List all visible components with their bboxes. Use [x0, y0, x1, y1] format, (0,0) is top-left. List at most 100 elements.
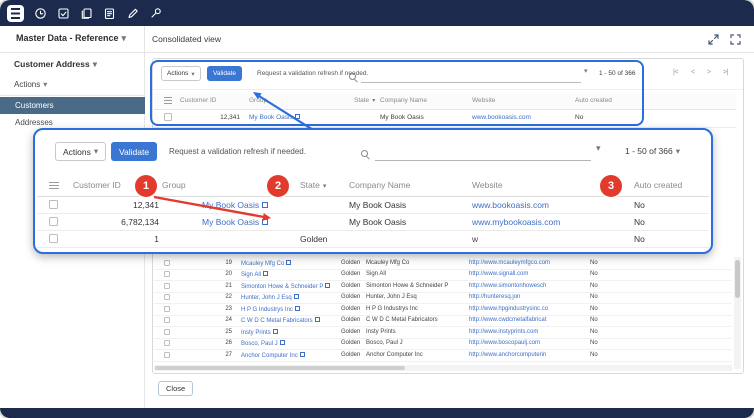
search-input[interactable] [375, 141, 591, 161]
cell-website-link[interactable]: www.bookoasis.com [472, 200, 549, 210]
column-settings-icon[interactable] [164, 97, 172, 104]
search-dropdown-icon[interactable] [584, 67, 588, 75]
cell-website-link[interactable]: http://www.instyprints.com [469, 329, 538, 335]
external-link-icon[interactable] [325, 283, 330, 288]
row-checkbox[interactable] [164, 340, 170, 346]
column-header-customer-id[interactable]: Customer ID [180, 97, 216, 104]
cell-website-link[interactable]: http://www.boscopaulj.com [469, 340, 540, 346]
cell-website-link[interactable]: www.bookoasis.com [472, 114, 531, 121]
copy-icon[interactable] [80, 7, 93, 20]
row-checkbox[interactable] [164, 352, 170, 358]
row-checkbox[interactable] [164, 329, 170, 335]
menu-icon[interactable] [7, 5, 24, 22]
notes-icon[interactable] [103, 7, 116, 20]
cell-group-link[interactable]: Simonton Howe & Schneider P [241, 283, 330, 290]
expand-icon[interactable] [707, 33, 720, 46]
pager-last-button[interactable]: >| [723, 69, 728, 76]
validate-button[interactable]: Validate [111, 142, 157, 161]
column-header-group[interactable]: Group [249, 97, 267, 104]
column-header-customer-id[interactable]: Customer ID [73, 180, 121, 190]
cell-group-link[interactable]: C W D C Metal Fabricators [241, 317, 320, 324]
page-title[interactable]: Master Data - Reference [16, 33, 126, 44]
cell-website-link[interactable]: www.mybookoasis.com [472, 217, 560, 227]
table-row[interactable]: 12,341 My Book Oasis My Book Oasis www.b… [37, 196, 709, 214]
column-header-website[interactable]: Website [472, 180, 503, 190]
cell-website-link[interactable]: http://hunteresq.jon [469, 294, 520, 300]
column-header-state[interactable]: State [354, 97, 375, 104]
horizontal-scrollbar-thumb[interactable] [155, 366, 405, 370]
cell-group-link[interactable]: Sign All [241, 271, 268, 278]
external-link-icon[interactable] [286, 260, 291, 265]
cell-group-link[interactable]: Insty Prints [241, 329, 278, 336]
clock-icon[interactable] [34, 7, 47, 20]
cell-website-link[interactable]: http://www.signall.com [469, 271, 528, 277]
row-checkbox[interactable] [49, 234, 58, 243]
tasks-icon[interactable] [57, 7, 70, 20]
cell-group-link[interactable]: H P G Industrys Inc [241, 306, 300, 313]
tab-consolidated-view[interactable]: Consolidated view [152, 34, 221, 44]
search-dropdown-icon[interactable] [596, 143, 601, 154]
cell-group-link[interactable]: Hunter, John J Esq [241, 294, 299, 301]
cell-auto-created: No [590, 283, 598, 289]
cell-website-link[interactable]: http://www.mcauleymfgco.com [469, 260, 550, 266]
cell-website-link[interactable]: http://www.hpgindustrysinc.co [469, 306, 548, 312]
column-header-company-name[interactable]: Company Name [380, 97, 427, 104]
sidebar-actions-button[interactable]: Actions [14, 80, 47, 89]
cell-website-link[interactable]: http://www.cwdcmetalfabricat [469, 317, 546, 323]
column-header-website[interactable]: Website [472, 97, 495, 104]
record-type-selector[interactable]: Customer Address [14, 59, 97, 70]
pager-next-button[interactable]: > [707, 69, 711, 76]
row-checkbox[interactable] [164, 294, 170, 300]
close-button[interactable]: Close [158, 381, 193, 396]
pagination-range[interactable]: 1 - 50 of 366 [625, 146, 680, 157]
cell-group-link[interactable]: Anchor Computer Inc [241, 352, 305, 359]
cell-group-link[interactable]: Bosco, Paul J [241, 340, 285, 347]
external-link-icon[interactable] [295, 114, 300, 119]
row-checkbox[interactable] [164, 260, 170, 266]
external-link-icon[interactable] [263, 271, 268, 276]
external-link-icon[interactable] [280, 340, 285, 345]
external-link-icon[interactable] [294, 294, 299, 299]
row-checkbox[interactable] [164, 317, 170, 323]
column-header-group[interactable]: Group [162, 180, 186, 190]
pager-prev-button[interactable]: < [691, 69, 695, 76]
wrench-icon[interactable] [149, 7, 162, 20]
row-checkbox[interactable] [164, 306, 170, 312]
vertical-scrollbar-thumb[interactable] [735, 260, 740, 298]
row-checkbox[interactable] [49, 200, 58, 209]
column-settings-icon[interactable] [49, 182, 59, 189]
cell-group-link[interactable]: My Book Oasis [202, 200, 268, 210]
external-link-icon[interactable] [273, 329, 278, 334]
cell-website-link[interactable]: http://www.anchorcomputerin [469, 352, 546, 358]
external-link-icon[interactable] [300, 352, 305, 357]
table-row[interactable]: 12,341 My Book Oasis My Book Oasis www.b… [154, 109, 736, 128]
external-link-icon[interactable] [295, 306, 300, 311]
column-header-auto-created[interactable]: Auto created [575, 97, 612, 104]
pencil-icon[interactable] [126, 7, 139, 20]
external-link-icon[interactable] [262, 219, 268, 225]
actions-button[interactable]: Actions [55, 142, 106, 161]
row-checkbox[interactable] [164, 271, 170, 277]
cell-group-link[interactable]: My Book Oasis [249, 114, 300, 121]
fullscreen-icon[interactable] [729, 33, 742, 46]
row-checkbox[interactable] [164, 283, 170, 289]
cell-group-link[interactable]: My Book Oasis [202, 217, 268, 227]
chevron-down-icon [122, 33, 127, 43]
table-row[interactable]: 6,782,134 My Book Oasis My Book Oasis ww… [37, 213, 709, 231]
validate-button[interactable]: Validate [207, 66, 242, 81]
row-checkbox[interactable] [49, 217, 58, 226]
external-link-icon[interactable] [315, 317, 320, 322]
column-header-company-name[interactable]: Company Name [349, 180, 410, 190]
search-input[interactable] [361, 66, 581, 83]
row-checkbox[interactable] [164, 113, 172, 121]
external-link-icon[interactable] [262, 202, 268, 208]
sidebar-item-customers[interactable]: Customers [0, 97, 145, 114]
table-row[interactable]: 27 Anchor Computer Inc Golden Anchor Com… [154, 349, 732, 362]
cell-website-link[interactable]: http://www.simontonhowesch [469, 283, 546, 289]
table-row[interactable]: 1 Golden w No [37, 230, 709, 248]
cell-group-link[interactable]: Mcauley Mfg Co [241, 260, 291, 267]
pager-first-button[interactable]: |< [673, 69, 678, 76]
column-header-auto-created[interactable]: Auto created [634, 180, 682, 190]
column-header-state[interactable]: State [300, 180, 326, 190]
actions-button[interactable]: Actions [161, 66, 201, 81]
